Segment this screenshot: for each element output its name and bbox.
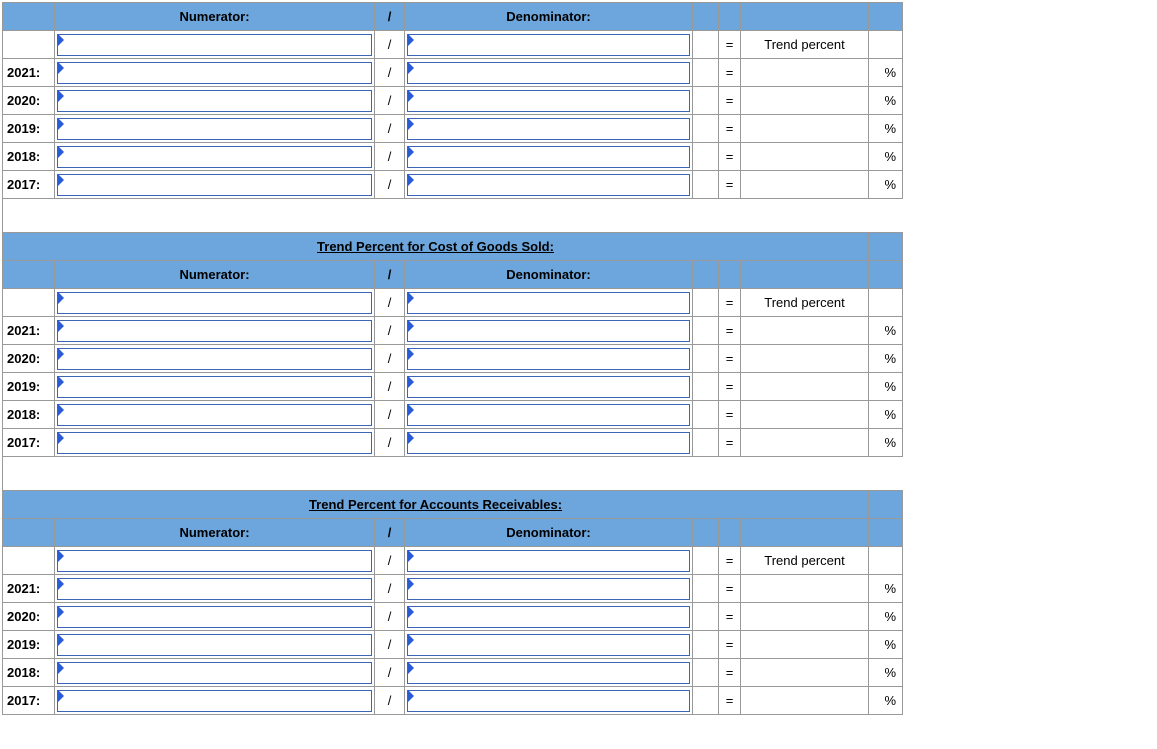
- section-1-row-2017: 2017: / = %: [3, 171, 903, 199]
- result-label: Trend percent: [741, 31, 869, 59]
- section-3-subheader: Numerator: / Denominator:: [3, 519, 903, 547]
- slash-cell: /: [375, 31, 405, 59]
- worksheet: Numerator: / Denominator: / = Trend perc…: [2, 2, 902, 715]
- denominator-input[interactable]: [405, 59, 693, 87]
- section-2-subheader: Numerator: / Denominator:: [3, 261, 903, 289]
- section-1-row-2021: 2021: / = %: [3, 59, 903, 87]
- percent-label: %: [869, 59, 903, 87]
- trend-tables: Numerator: / Denominator: / = Trend perc…: [2, 2, 903, 715]
- numerator-header: Numerator:: [55, 3, 375, 31]
- slash-header: /: [375, 3, 405, 31]
- section-2-labelrow: / = Trend percent: [3, 289, 903, 317]
- result-input[interactable]: [741, 59, 869, 87]
- section-3-title-row: Trend Percent for Accounts Receivables:: [3, 491, 903, 519]
- section-gap: [3, 199, 903, 233]
- section-1-labelrow: / = Trend percent: [3, 31, 903, 59]
- numerator-select[interactable]: [55, 31, 375, 59]
- denominator-select[interactable]: [405, 31, 693, 59]
- section-gap: [3, 457, 903, 491]
- section-3-title: Trend Percent for Accounts Receivables:: [309, 497, 562, 512]
- section-1-row-2020: 2020: / = %: [3, 87, 903, 115]
- section-1-row-2018: 2018: / = %: [3, 143, 903, 171]
- year-label: 2021:: [3, 59, 55, 87]
- numerator-input[interactable]: [55, 59, 375, 87]
- section-1-subheader: Numerator: / Denominator:: [3, 3, 903, 31]
- section-3-labelrow: / = Trend percent: [3, 547, 903, 575]
- equals-cell: =: [719, 31, 741, 59]
- section-2-title: Trend Percent for Cost of Goods Sold:: [317, 239, 554, 254]
- section-1-row-2019: 2019: / = %: [3, 115, 903, 143]
- section-2-title-row: Trend Percent for Cost of Goods Sold:: [3, 233, 903, 261]
- denominator-header: Denominator:: [405, 3, 693, 31]
